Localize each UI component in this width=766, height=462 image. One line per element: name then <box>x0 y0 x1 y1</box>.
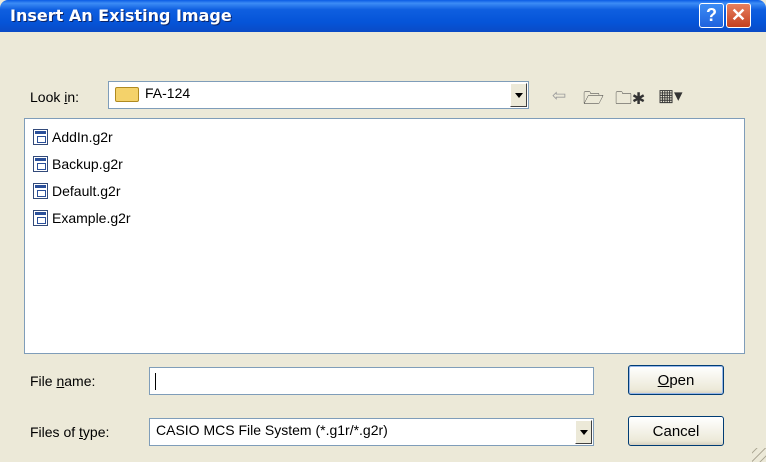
file-type-dropdown[interactable]: CASIO MCS File System (*.g1r/*.g2r) <box>149 418 594 446</box>
dialog-title: Insert An Existing Image <box>10 6 232 25</box>
resize-grip[interactable] <box>752 448 766 462</box>
close-button[interactable]: ✕ <box>726 3 751 28</box>
file-name: AddIn.g2r <box>52 129 113 145</box>
file-icon <box>33 156 48 172</box>
list-item[interactable]: Backup.g2r <box>33 152 123 176</box>
folder-icon <box>115 87 139 102</box>
file-name: Default.g2r <box>52 183 121 199</box>
look-in-value: FA-124 <box>145 85 191 101</box>
file-name: Backup.g2r <box>52 156 123 172</box>
view-menu-icon[interactable]: ▦▾ <box>658 86 683 106</box>
file-type-dropdown-button[interactable] <box>575 420 592 444</box>
file-icon <box>33 129 48 145</box>
title-bar: Insert An Existing Image ? ✕ <box>0 0 766 32</box>
text-caret <box>155 373 156 390</box>
chevron-down-icon <box>514 92 523 98</box>
file-icon <box>33 210 48 226</box>
file-name: Example.g2r <box>52 210 131 226</box>
file-name-input[interactable] <box>149 367 594 395</box>
new-folder-icon[interactable]: 🗀✱ <box>615 86 645 115</box>
file-type-label: Files of type: <box>30 424 110 440</box>
open-button[interactable]: Open <box>628 365 724 395</box>
file-list[interactable]: AddIn.g2r Backup.g2r Default.g2r Example… <box>24 118 745 354</box>
file-name-label: File name: <box>30 373 96 389</box>
chevron-down-icon <box>579 429 588 435</box>
list-item[interactable]: Example.g2r <box>33 206 131 230</box>
list-item[interactable]: AddIn.g2r <box>33 125 113 149</box>
list-item[interactable]: Default.g2r <box>33 179 120 203</box>
up-folder-icon[interactable]: 🗁 <box>583 86 604 115</box>
insert-image-dialog: Insert An Existing Image ? ✕ Look in: FA… <box>0 0 766 462</box>
help-button[interactable]: ? <box>699 3 724 28</box>
cancel-button[interactable]: Cancel <box>628 416 724 446</box>
look-in-label: Look in: <box>30 89 80 105</box>
look-in-dropdown[interactable]: FA-124 <box>108 81 529 109</box>
help-icon: ? <box>706 5 717 25</box>
look-in-dropdown-button[interactable] <box>510 83 527 107</box>
close-icon: ✕ <box>730 5 747 25</box>
file-icon <box>33 183 48 199</box>
file-type-value: CASIO MCS File System (*.g1r/*.g2r) <box>156 422 388 438</box>
back-arrow-icon[interactable]: ⇦ <box>552 86 566 106</box>
